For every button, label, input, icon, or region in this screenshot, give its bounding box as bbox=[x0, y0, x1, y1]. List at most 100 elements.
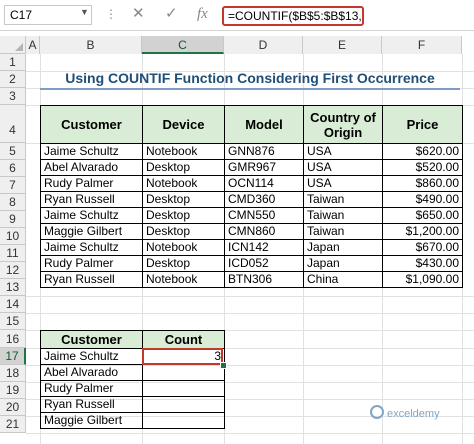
cell-price[interactable]: $490.00 bbox=[382, 191, 463, 208]
row-header-18[interactable]: 18 bbox=[0, 365, 26, 382]
cell-model[interactable]: CMN860 bbox=[224, 223, 304, 240]
cell-country[interactable]: China bbox=[303, 271, 383, 288]
cell-device[interactable]: Notebook bbox=[142, 175, 225, 192]
cell-customer[interactable]: Maggie Gilbert bbox=[40, 412, 143, 429]
header-model[interactable]: Model bbox=[224, 105, 304, 144]
cancel-icon[interactable]: ✕ bbox=[132, 4, 145, 24]
cell-customer[interactable]: Jaime Schultz bbox=[40, 239, 143, 256]
cell-device[interactable]: Notebook bbox=[142, 239, 225, 256]
row-header-16[interactable]: 16 bbox=[0, 330, 26, 348]
cell-customer[interactable]: Ryan Russell bbox=[40, 396, 143, 413]
cell-model[interactable]: GNN876 bbox=[224, 143, 304, 160]
row-header-2[interactable]: 2 bbox=[0, 71, 26, 88]
row-header-11[interactable]: 11 bbox=[0, 245, 26, 262]
column-header-d[interactable]: D bbox=[224, 36, 303, 54]
cell-customer[interactable]: Maggie Gilbert bbox=[40, 223, 143, 240]
cell-customer[interactable]: Rudy Palmer bbox=[40, 380, 143, 397]
header-count[interactable]: Count bbox=[142, 330, 225, 349]
cell-model[interactable]: GMR967 bbox=[224, 159, 304, 176]
row-header-15[interactable]: 15 bbox=[0, 313, 26, 330]
enter-icon[interactable]: ✓ bbox=[165, 4, 178, 24]
cell-country[interactable]: USA bbox=[303, 143, 383, 160]
cell-model[interactable]: ICD052 bbox=[224, 255, 304, 272]
column-header-c[interactable]: C bbox=[142, 36, 224, 54]
cell-device[interactable]: Desktop bbox=[142, 191, 225, 208]
row-header-12[interactable]: 12 bbox=[0, 262, 26, 279]
cell-price[interactable]: $670.00 bbox=[382, 239, 463, 256]
row-header-20[interactable]: 20 bbox=[0, 399, 26, 416]
cell-price[interactable]: $1,200.00 bbox=[382, 223, 463, 240]
cell-customer[interactable]: Rudy Palmer bbox=[40, 255, 143, 272]
select-all-corner[interactable] bbox=[0, 36, 26, 54]
header-customer[interactable]: Customer bbox=[40, 105, 143, 144]
formula-input[interactable]: =COUNTIF($B$5:$B$13,B17) bbox=[222, 6, 364, 26]
cell-count[interactable] bbox=[142, 380, 225, 397]
column-header-a[interactable]: A bbox=[26, 36, 40, 54]
cell-customer[interactable]: Jaime Schultz bbox=[40, 143, 143, 160]
fill-handle[interactable] bbox=[220, 362, 227, 369]
row-header-19[interactable]: 19 bbox=[0, 382, 26, 399]
header-price[interactable]: Price bbox=[382, 105, 463, 144]
cell-country[interactable]: Taiwan bbox=[303, 223, 383, 240]
row-header-1[interactable]: 1 bbox=[0, 54, 26, 71]
cell-price[interactable]: $520.00 bbox=[382, 159, 463, 176]
row-header-21[interactable]: 21 bbox=[0, 416, 26, 433]
name-box[interactable]: C17 bbox=[4, 5, 92, 25]
cell-device[interactable]: Desktop bbox=[142, 223, 225, 240]
cell-customer[interactable]: Jaime Schultz bbox=[40, 207, 143, 224]
cell-price[interactable]: $860.00 bbox=[382, 175, 463, 192]
cell-count[interactable] bbox=[142, 412, 225, 429]
cell-model[interactable]: CMN550 bbox=[224, 207, 304, 224]
cell-price[interactable]: $620.00 bbox=[382, 143, 463, 160]
cell-country[interactable]: USA bbox=[303, 159, 383, 176]
cell-count[interactable]: 3 bbox=[142, 348, 225, 365]
cell-customer[interactable]: Ryan Russell bbox=[40, 191, 143, 208]
cell-price[interactable]: $430.00 bbox=[382, 255, 463, 272]
header-customer[interactable]: Customer bbox=[40, 330, 143, 349]
insert-function-icon[interactable]: fx bbox=[197, 4, 208, 24]
header-country[interactable]: Country of Origin bbox=[303, 105, 383, 144]
row-header-3[interactable]: 3 bbox=[0, 88, 26, 105]
header-device[interactable]: Device bbox=[142, 105, 225, 144]
cell-customer[interactable]: Abel Alvarado bbox=[40, 364, 143, 381]
row-header-17[interactable]: 17 bbox=[0, 348, 26, 365]
row-header-14[interactable]: 14 bbox=[0, 296, 26, 313]
row-header-9[interactable]: 9 bbox=[0, 211, 26, 228]
name-box-dropdown-icon[interactable]: ▼ bbox=[80, 7, 89, 17]
cell-model[interactable]: CMD360 bbox=[224, 191, 304, 208]
column-header-f[interactable]: F bbox=[382, 36, 462, 54]
cell-country[interactable]: USA bbox=[303, 175, 383, 192]
table-row: Jaime Schultz Desktop CMN550 Taiwan $650… bbox=[40, 207, 463, 224]
cell-country[interactable]: Taiwan bbox=[303, 191, 383, 208]
cell-device[interactable]: Desktop bbox=[142, 207, 225, 224]
row-header-6[interactable]: 6 bbox=[0, 160, 26, 177]
cell-model[interactable]: BTN306 bbox=[224, 271, 304, 288]
cell-price[interactable]: $1,090.00 bbox=[382, 271, 463, 288]
row-header-8[interactable]: 8 bbox=[0, 194, 26, 211]
cell-device[interactable]: Desktop bbox=[142, 255, 225, 272]
row-header-5[interactable]: 5 bbox=[0, 143, 26, 160]
row-header-10[interactable]: 10 bbox=[0, 228, 26, 245]
cell-customer[interactable]: Jaime Schultz bbox=[40, 348, 143, 365]
cell-price[interactable]: $650.00 bbox=[382, 207, 463, 224]
cell-model[interactable]: ICN142 bbox=[224, 239, 304, 256]
cell-device[interactable]: Notebook bbox=[142, 271, 225, 288]
more-options-icon[interactable]: ⋮ bbox=[105, 7, 118, 21]
column-header-b[interactable]: B bbox=[40, 36, 142, 54]
row-header-4[interactable]: 4 bbox=[0, 105, 26, 143]
cell-customer[interactable]: Rudy Palmer bbox=[40, 175, 143, 192]
cell-count[interactable] bbox=[142, 396, 225, 413]
cell-country[interactable]: Japan bbox=[303, 239, 383, 256]
cell-model[interactable]: OCN114 bbox=[224, 175, 304, 192]
cell-device[interactable]: Desktop bbox=[142, 159, 225, 176]
cell-customer[interactable]: Abel Alvarado bbox=[40, 159, 143, 176]
column-header-e[interactable]: E bbox=[303, 36, 382, 54]
row-header-13[interactable]: 13 bbox=[0, 279, 26, 296]
cell-device[interactable]: Notebook bbox=[142, 143, 225, 160]
sheet-title[interactable]: Using COUNTIF Function Considering First… bbox=[40, 69, 460, 87]
cell-customer[interactable]: Ryan Russell bbox=[40, 271, 143, 288]
cell-country[interactable]: Japan bbox=[303, 255, 383, 272]
cell-count[interactable] bbox=[142, 364, 225, 381]
row-header-7[interactable]: 7 bbox=[0, 177, 26, 194]
cell-country[interactable]: Taiwan bbox=[303, 207, 383, 224]
